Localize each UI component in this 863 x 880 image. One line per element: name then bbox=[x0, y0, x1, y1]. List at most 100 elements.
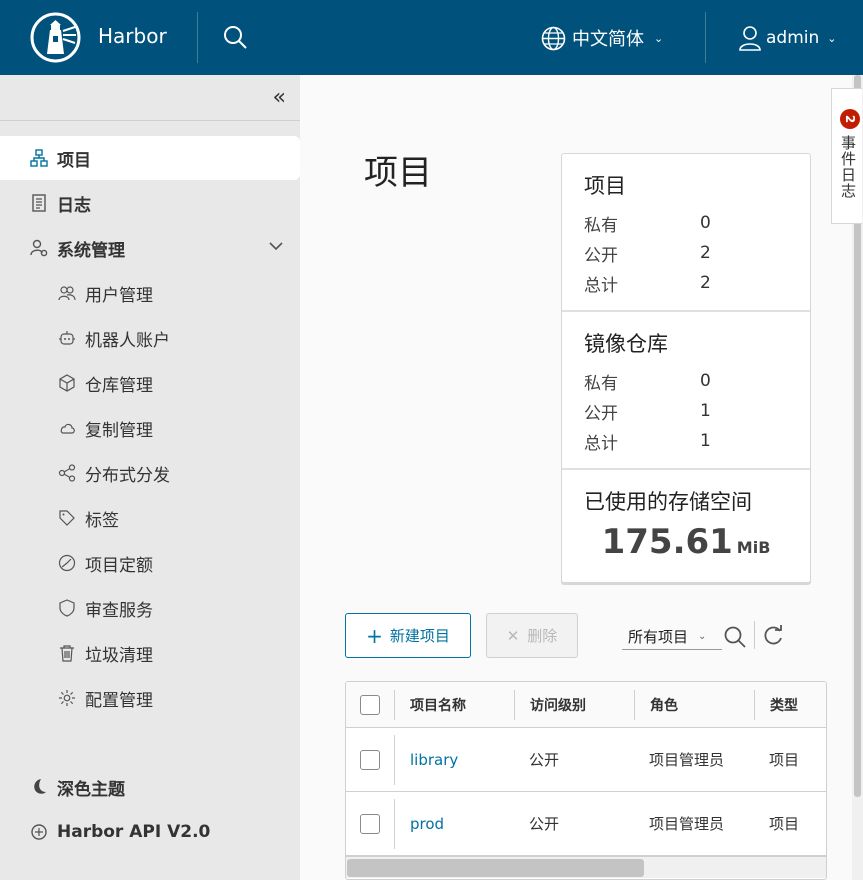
chevron-down-icon: ⌄ bbox=[827, 31, 837, 45]
event-log-label: 事件日志 bbox=[839, 135, 857, 199]
sidebar-item-label: 深色主题 bbox=[57, 779, 125, 800]
select-all-checkbox[interactable] bbox=[360, 694, 380, 715]
stat-label: 总计 bbox=[584, 275, 618, 296]
event-log-tab[interactable]: 2 事件日志 bbox=[831, 88, 862, 224]
type: 项目 bbox=[769, 815, 800, 833]
sidebar-item-label: 用户管理 bbox=[85, 285, 153, 306]
sidebar-item-label: 标签 bbox=[85, 510, 119, 531]
sidebar-item-label: 垃圾清理 bbox=[85, 645, 153, 666]
sidebar-item-admin[interactable]: 系统管理 bbox=[0, 226, 300, 270]
page-title: 项目 bbox=[364, 153, 432, 193]
username: admin bbox=[766, 28, 820, 48]
scrollbar-thumb[interactable] bbox=[347, 859, 644, 877]
sidebar-item-label: 审查服务 bbox=[85, 600, 153, 621]
search-icon[interactable] bbox=[222, 24, 248, 50]
sidebar-item-interrogation-services[interactable]: 审查服务 bbox=[0, 586, 300, 630]
storage-value: 175.61 bbox=[601, 522, 733, 562]
admin-icon bbox=[30, 239, 48, 257]
projects-summary: 项目 私有 0 公开 2 总计 2 bbox=[562, 154, 810, 312]
search-icon[interactable] bbox=[723, 625, 747, 649]
projects-table: 项目名称 访问级别 角色 类型 library 公开 项目管理员 项目 prod… bbox=[345, 681, 827, 880]
sidebar-item-label: 分布式分发 bbox=[85, 465, 170, 486]
share-icon bbox=[58, 464, 76, 482]
stat-label: 私有 bbox=[584, 215, 618, 236]
sidebar-item-users[interactable]: 用户管理 bbox=[0, 271, 300, 315]
event-count-badge: 2 bbox=[840, 109, 860, 129]
sidebar-item-logs[interactable]: 日志 bbox=[0, 181, 300, 225]
chevron-down-icon: ⌄ bbox=[698, 631, 707, 642]
moon-icon bbox=[30, 778, 48, 796]
refresh-icon[interactable] bbox=[762, 625, 784, 647]
chevron-down-icon[interactable] bbox=[268, 238, 284, 254]
project-name-link[interactable]: library bbox=[410, 751, 458, 769]
role: 项目管理员 bbox=[649, 751, 725, 769]
sidebar-item-labels[interactable]: 标签 bbox=[0, 496, 300, 540]
sidebar-item-replications[interactable]: 复制管理 bbox=[0, 406, 300, 450]
dark-theme-toggle[interactable]: 深色主题 bbox=[0, 765, 300, 809]
sidebar-item-garbage-collection[interactable]: 垃圾清理 bbox=[0, 631, 300, 675]
logs-icon bbox=[30, 194, 48, 212]
brand-name[interactable]: Harbor bbox=[98, 24, 167, 48]
sidebar-item-project-quotas[interactable]: 项目定额 bbox=[0, 541, 300, 585]
stat-value: 1 bbox=[700, 431, 711, 451]
summary-title: 项目 bbox=[584, 174, 626, 198]
sidebar-item-label: 仓库管理 bbox=[85, 375, 153, 396]
stat-label: 私有 bbox=[584, 373, 618, 394]
button-label: 新建项目 bbox=[389, 627, 450, 645]
sidebar-item-label: Harbor API V2.0 bbox=[57, 822, 211, 842]
main-content: 项目 项目 私有 0 公开 2 总计 2 镜像仓库 私有 0 公开 1 总计 1 已使用的存… bbox=[300, 75, 852, 880]
sidebar-item-label: 复制管理 bbox=[85, 420, 153, 441]
plus-icon: + bbox=[366, 623, 383, 648]
column-header[interactable]: 项目名称 bbox=[394, 690, 514, 720]
repositories-summary: 镜像仓库 私有 0 公开 1 总计 1 bbox=[562, 312, 810, 470]
gear-icon bbox=[58, 689, 76, 707]
role: 项目管理员 bbox=[649, 815, 725, 833]
filter-value: 所有项目 bbox=[628, 628, 689, 646]
double-chevron-left-icon[interactable]: « bbox=[273, 85, 286, 110]
project-name-link[interactable]: prod bbox=[410, 815, 444, 833]
column-header[interactable]: 访问级别 bbox=[514, 690, 634, 720]
harbor-logo-icon[interactable] bbox=[30, 12, 81, 63]
access-level: 公开 bbox=[529, 751, 560, 769]
horizontal-scrollbar[interactable] bbox=[346, 856, 826, 878]
type: 项目 bbox=[769, 751, 800, 769]
projects-icon bbox=[30, 149, 48, 167]
chevron-down-icon: ⌄ bbox=[654, 31, 664, 45]
delete-button[interactable]: ✕ 删除 bbox=[486, 613, 578, 658]
stat-label: 总计 bbox=[584, 433, 618, 454]
toolbar-divider bbox=[754, 621, 755, 649]
summary-title: 镜像仓库 bbox=[584, 332, 668, 356]
users-icon bbox=[58, 284, 76, 302]
row-checkbox[interactable] bbox=[360, 813, 380, 834]
header-divider bbox=[705, 12, 706, 63]
stat-value: 0 bbox=[700, 213, 711, 233]
stat-value: 2 bbox=[700, 273, 711, 293]
language-switcher[interactable]: 中文简体 ⌄ bbox=[541, 24, 663, 52]
sidebar-item-label: 系统管理 bbox=[57, 240, 125, 261]
user-icon bbox=[739, 26, 761, 51]
trash-icon bbox=[58, 644, 76, 662]
stat-value: 1 bbox=[700, 401, 711, 421]
stat-value: 2 bbox=[700, 243, 711, 263]
header-divider bbox=[197, 12, 198, 63]
sidebar-item-label: 配置管理 bbox=[85, 690, 153, 711]
new-project-button[interactable]: + 新建项目 bbox=[345, 613, 471, 658]
stat-value: 0 bbox=[700, 371, 711, 391]
sidebar-item-configuration[interactable]: 配置管理 bbox=[0, 676, 300, 720]
sidebar-item-label: 项目定额 bbox=[85, 555, 153, 576]
sidebar-item-robot-accounts[interactable]: 机器人账户 bbox=[0, 316, 300, 360]
tag-icon bbox=[58, 509, 76, 527]
project-filter-select[interactable]: 所有项目 ⌄ bbox=[622, 624, 722, 650]
column-header[interactable]: 角色 bbox=[634, 690, 754, 720]
user-menu[interactable]: admin ⌄ bbox=[738, 24, 837, 52]
column-header[interactable]: 类型 bbox=[754, 690, 826, 720]
sidebar-item-projects[interactable]: 项目 bbox=[0, 136, 300, 180]
harbor-api-link[interactable]: Harbor API V2.0 bbox=[0, 810, 300, 854]
storage-unit: MiB bbox=[736, 538, 771, 557]
sidebar-item-registries[interactable]: 仓库管理 bbox=[0, 361, 300, 405]
row-checkbox[interactable] bbox=[360, 749, 380, 770]
shield-icon bbox=[58, 599, 76, 617]
sidebar-item-distributions[interactable]: 分布式分发 bbox=[0, 451, 300, 495]
access-level: 公开 bbox=[529, 815, 560, 833]
table-row: prod 公开 项目管理员 项目 bbox=[346, 792, 826, 856]
